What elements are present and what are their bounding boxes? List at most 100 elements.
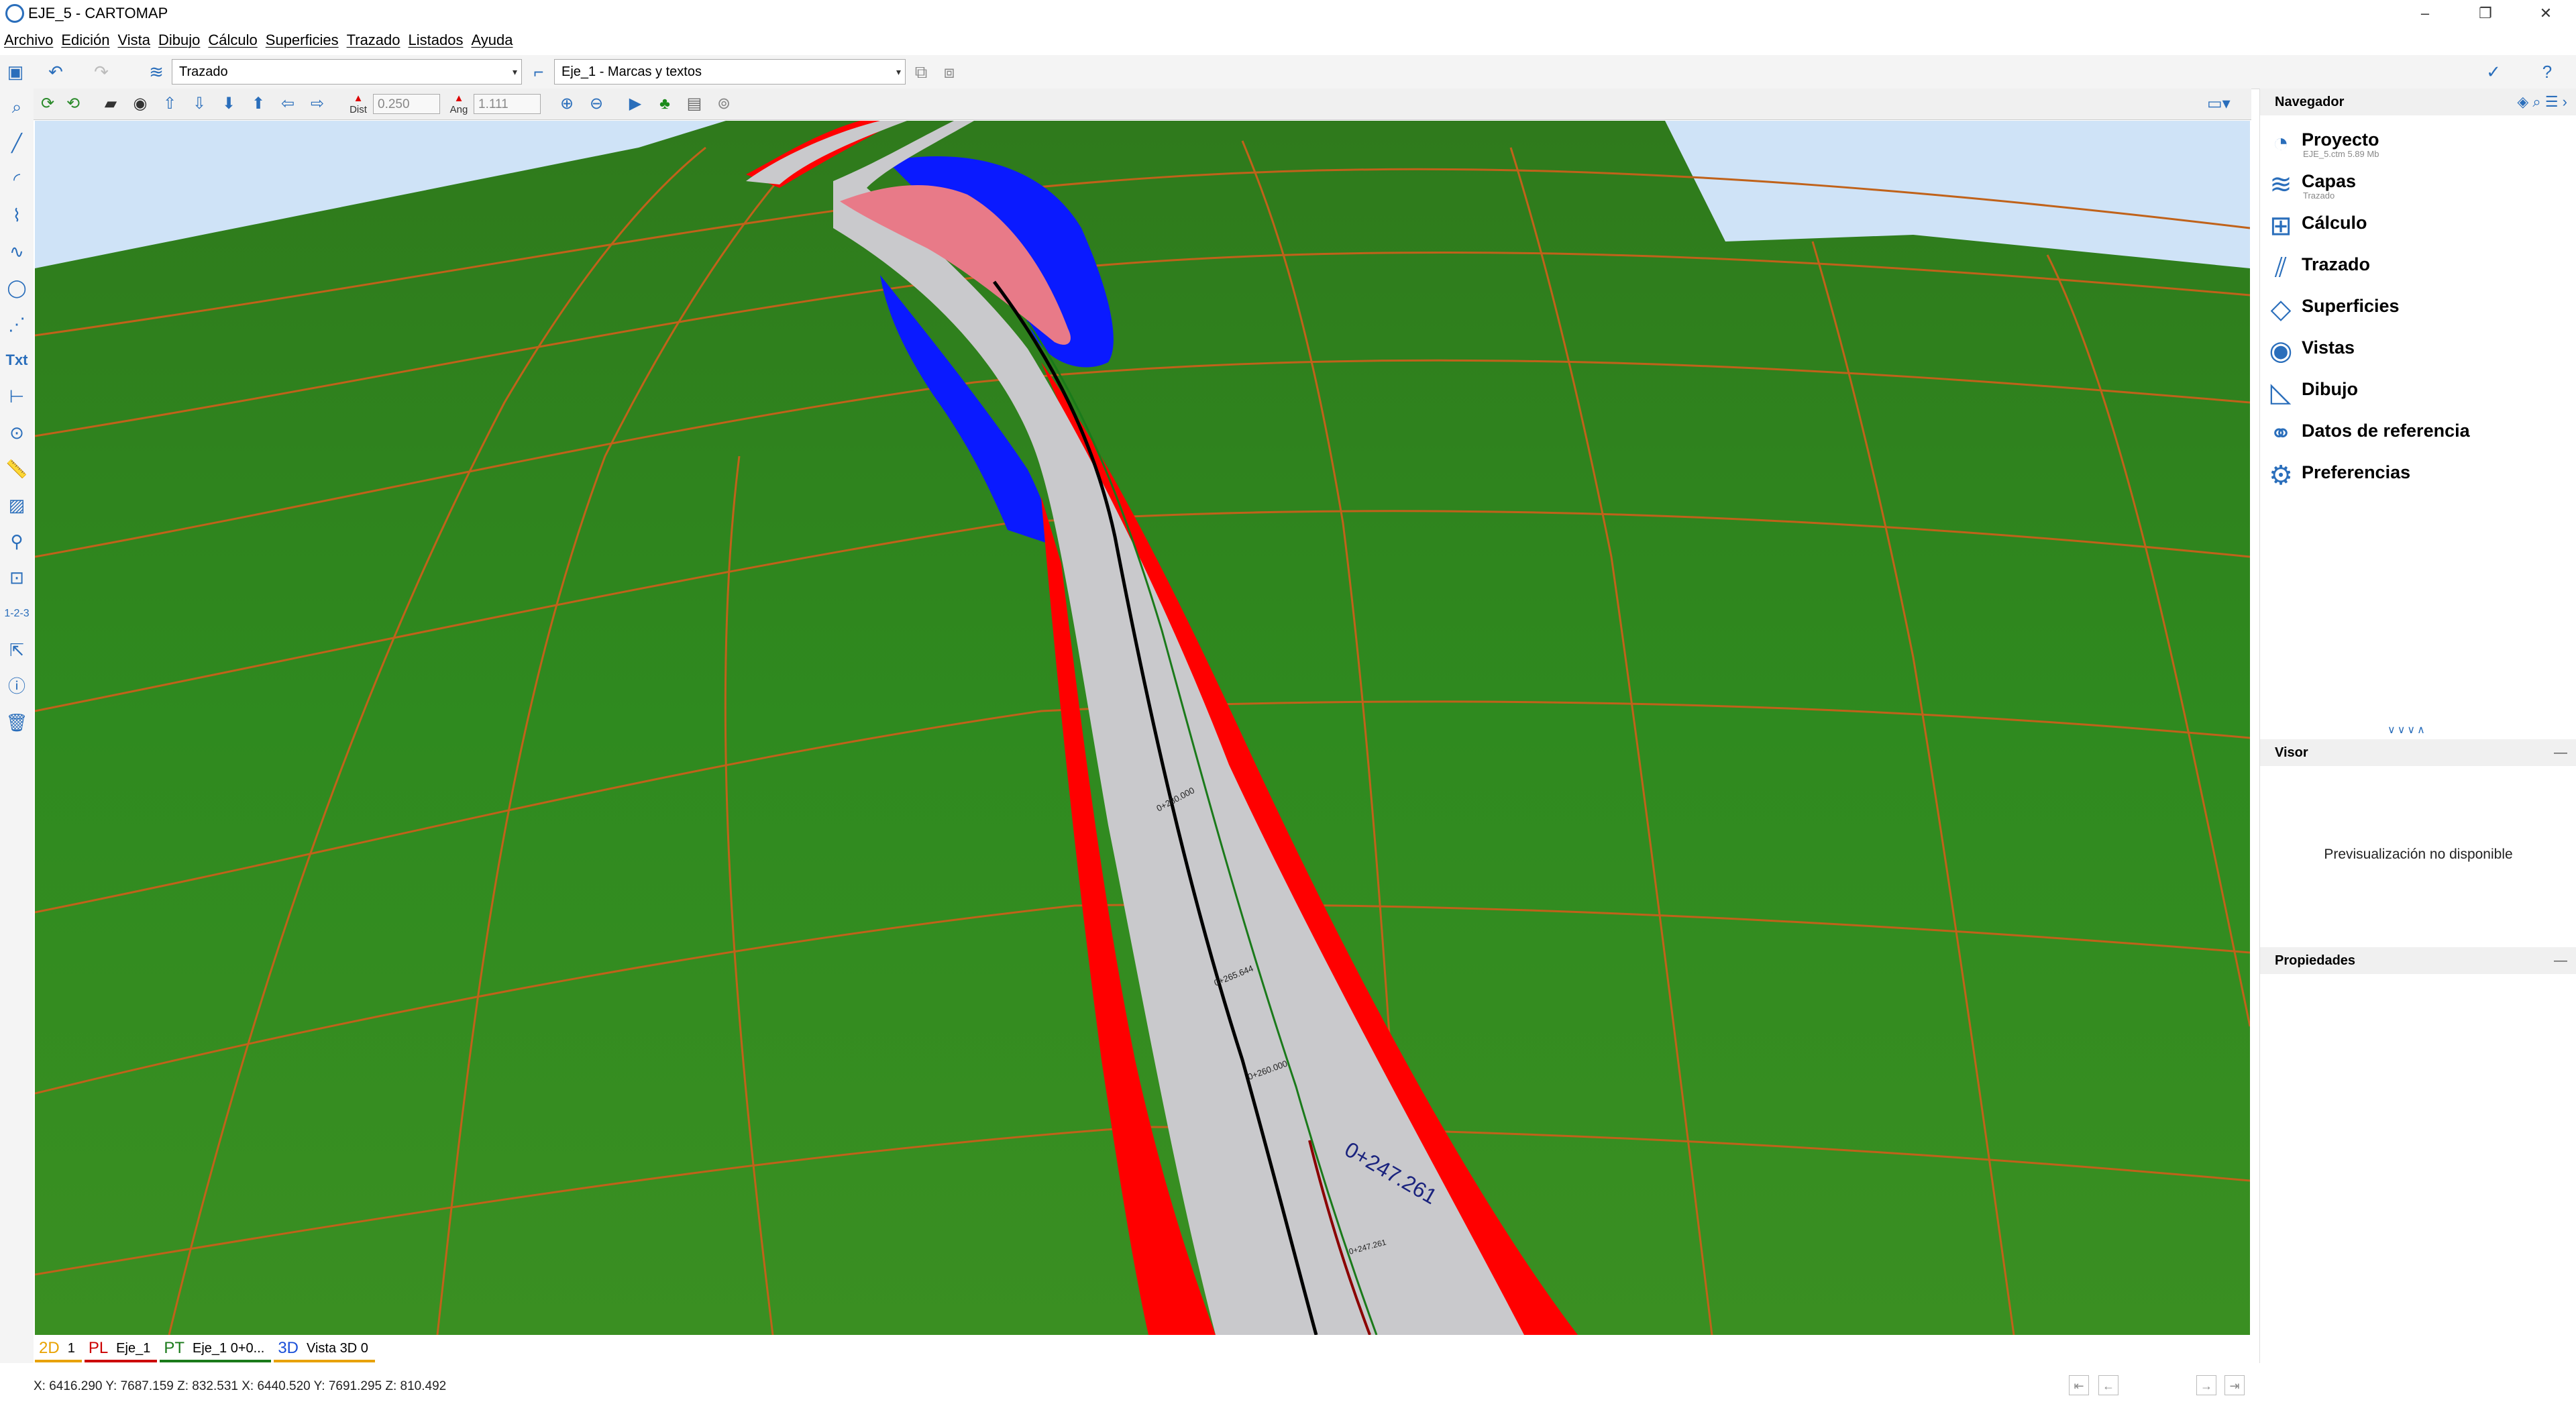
nav-item-calculo[interactable]: ⊞ Cálculo	[2260, 205, 2576, 246]
arrow-up-bold-icon[interactable]: ⬆	[247, 93, 270, 115]
block-icon[interactable]: ⊡	[4, 565, 30, 590]
undo-icon[interactable]: ↶	[44, 60, 67, 83]
save-icon[interactable]: ▣	[4, 60, 27, 83]
alignment-icon: ⫽	[2275, 253, 2287, 282]
select-icon[interactable]: ⇱	[4, 637, 30, 663]
layer-combo-value: Trazado	[179, 64, 228, 79]
tab-pl[interactable]: PL Eje_1	[84, 1337, 158, 1362]
arc-icon[interactable]: ◜	[4, 166, 30, 192]
arrow-right-icon[interactable]: ⇨	[306, 93, 329, 115]
collapse-icon[interactable]: —	[2554, 739, 2567, 766]
last-page-icon[interactable]: ⇥	[2224, 1375, 2245, 1395]
chevron-down-icon: ▾	[512, 66, 517, 77]
polyline-icon[interactable]: ⌇	[4, 203, 30, 228]
point-icon[interactable]: ⊙	[4, 420, 30, 445]
zoom-out-icon[interactable]: ⊖	[585, 93, 608, 115]
menu-dibujo[interactable]: Dibujo	[154, 32, 204, 49]
eye-icon: ◉	[2269, 336, 2293, 366]
camera-icon[interactable]: ▰	[99, 93, 122, 115]
properties-header: Propiedades —	[2260, 947, 2576, 974]
check-icon[interactable]: ✓	[2482, 60, 2505, 83]
line-icon[interactable]: ╱	[4, 130, 30, 156]
numbering-icon[interactable]: 1-2-3	[4, 601, 30, 627]
text-icon[interactable]: Txt	[4, 347, 30, 373]
tab-pt[interactable]: PT Eje_1 0+0...	[160, 1337, 272, 1362]
play-icon[interactable]: ▶	[624, 93, 647, 115]
tab-3d[interactable]: 3D Vista 3D 0	[274, 1337, 375, 1362]
menu-edicion[interactable]: Edición	[57, 32, 113, 49]
nav-item-dibujo[interactable]: ◺ Dibujo	[2260, 372, 2576, 412]
menu-calculo[interactable]: Cálculo	[204, 32, 261, 49]
drawing-icon: ◺	[2270, 378, 2292, 407]
info-icon[interactable]: ⓘ	[4, 673, 30, 699]
ang-input[interactable]: 1.111	[474, 94, 541, 114]
coordinates-readout: X: 6416.290 Y: 7687.159 Z: 832.531 X: 64…	[34, 1379, 447, 1393]
next-page-icon[interactable]: →	[2196, 1375, 2216, 1395]
help-icon[interactable]: ?	[2536, 60, 2559, 83]
tree-icon[interactable]: ♣	[653, 93, 676, 115]
3d-viewport[interactable]: 0+280.000 0+265.644 0+260.000 0+247.261 …	[34, 121, 2251, 1336]
eye-icon[interactable]: ◉	[129, 93, 152, 115]
maximize-button[interactable]: ❐	[2455, 0, 2516, 27]
pin-icon[interactable]: ⚲	[4, 529, 30, 554]
zoom-icon[interactable]: ⌕	[4, 94, 30, 119]
layers-icon[interactable]: ≋	[145, 60, 168, 83]
navigator-tools-icon[interactable]: ◈ ⌕ ☰ ›	[2517, 89, 2567, 115]
ruler-icon[interactable]: 📏	[4, 456, 30, 482]
refresh-icon[interactable]: ⟳	[36, 93, 59, 115]
arrow-up-icon[interactable]: ⇧	[158, 93, 181, 115]
layers-icon: ≋	[2269, 170, 2292, 199]
menu-archivo[interactable]: Archivo	[0, 32, 57, 49]
dist-input[interactable]: 0.250	[373, 94, 440, 114]
texture-icon[interactable]: ▤	[683, 93, 706, 115]
tab-2d[interactable]: 2D 1	[35, 1337, 82, 1362]
nav-item-superficies[interactable]: ◇ Superficies	[2260, 288, 2576, 329]
nav-item-capas[interactable]: ≋ Capas Trazado	[2260, 164, 2576, 204]
arrow-left-icon[interactable]: ⇦	[276, 93, 299, 115]
view-tabs: 2D 1 PL Eje_1 PT Eje_1 0+0... 3D Vista 3…	[35, 1336, 2250, 1363]
layer-combo[interactable]: Trazado ▾	[172, 59, 522, 85]
object-combo[interactable]: Eje_1 - Marcas y textos ▾	[554, 59, 906, 85]
navigator-header: Navegador ◈ ⌕ ☰ ›	[2260, 89, 2576, 115]
arrow-down-icon[interactable]: ⇩	[188, 93, 211, 115]
visor-header: Visor —	[2260, 739, 2576, 766]
minimize-button[interactable]: –	[2395, 0, 2455, 27]
title-bar: EJE_5 - CARTOMAP – ❐ ✕	[0, 0, 2576, 27]
menu-ayuda[interactable]: Ayuda	[467, 32, 517, 49]
close-button[interactable]: ✕	[2516, 0, 2576, 27]
nav-item-vistas[interactable]: ◉ Vistas	[2260, 330, 2576, 370]
window-title: EJE_5 - CARTOMAP	[28, 5, 168, 21]
collapse-icon[interactable]: —	[2554, 947, 2567, 974]
3d-scene: 0+280.000 0+265.644 0+260.000 0+247.261 …	[34, 121, 2251, 1336]
menu-vista[interactable]: Vista	[114, 32, 155, 49]
project-icon: ◔	[2272, 128, 2290, 158]
first-page-icon[interactable]: ⇤	[2069, 1375, 2089, 1395]
alignment-select-icon[interactable]: ⌐	[527, 60, 550, 83]
arrow-down-bold-icon[interactable]: ⬇	[217, 93, 240, 115]
trash-icon[interactable]: 🗑	[4, 710, 30, 735]
dashed-line-icon[interactable]: ⋰	[4, 311, 30, 337]
curve-icon[interactable]: ∿	[4, 239, 30, 264]
split-view-icon[interactable]: ⧈	[938, 60, 961, 83]
dimension-icon[interactable]: ⊢	[4, 384, 30, 409]
reset-view-icon[interactable]: ⟲	[62, 93, 85, 115]
copy-view-icon[interactable]: ⧉	[910, 60, 932, 83]
menu-listados[interactable]: Listados	[405, 32, 468, 49]
nav-item-datos-referencia[interactable]: ⚭ Datos de referencia	[2260, 413, 2576, 453]
view-layout-icon[interactable]: ▭▾	[2207, 93, 2231, 115]
zoom-in-icon[interactable]: ⊕	[555, 93, 578, 115]
gear-icon: ⚙	[2269, 461, 2293, 490]
nav-item-preferencias[interactable]: ⚙ Preferencias	[2260, 455, 2576, 495]
circle-icon[interactable]: ◯	[4, 275, 30, 301]
nav-item-trazado[interactable]: ⫽ Trazado	[2260, 247, 2576, 287]
redo-icon[interactable]: ↷	[90, 60, 113, 83]
panel-splitter-icon[interactable]: ∨∨∨∧	[2387, 723, 2427, 737]
lock-icon[interactable]: ⊚	[712, 93, 735, 115]
image-icon[interactable]: ▨	[4, 492, 30, 518]
view-toolbar: ⟳ ⟲ ▰ ◉ ⇧ ⇩ ⬇ ⬆ ⇦ ⇨ ▲ Dist 0.250 ▲ Ang 1.1…	[34, 89, 2251, 120]
menu-trazado[interactable]: Trazado	[343, 32, 405, 49]
prev-page-icon[interactable]: ←	[2098, 1375, 2118, 1395]
nav-item-proyecto[interactable]: ◔ Proyecto EJE_5.ctm 5.89 Mb	[2260, 122, 2576, 162]
surface-icon: ◇	[2270, 294, 2292, 324]
menu-superficies[interactable]: Superficies	[262, 32, 343, 49]
